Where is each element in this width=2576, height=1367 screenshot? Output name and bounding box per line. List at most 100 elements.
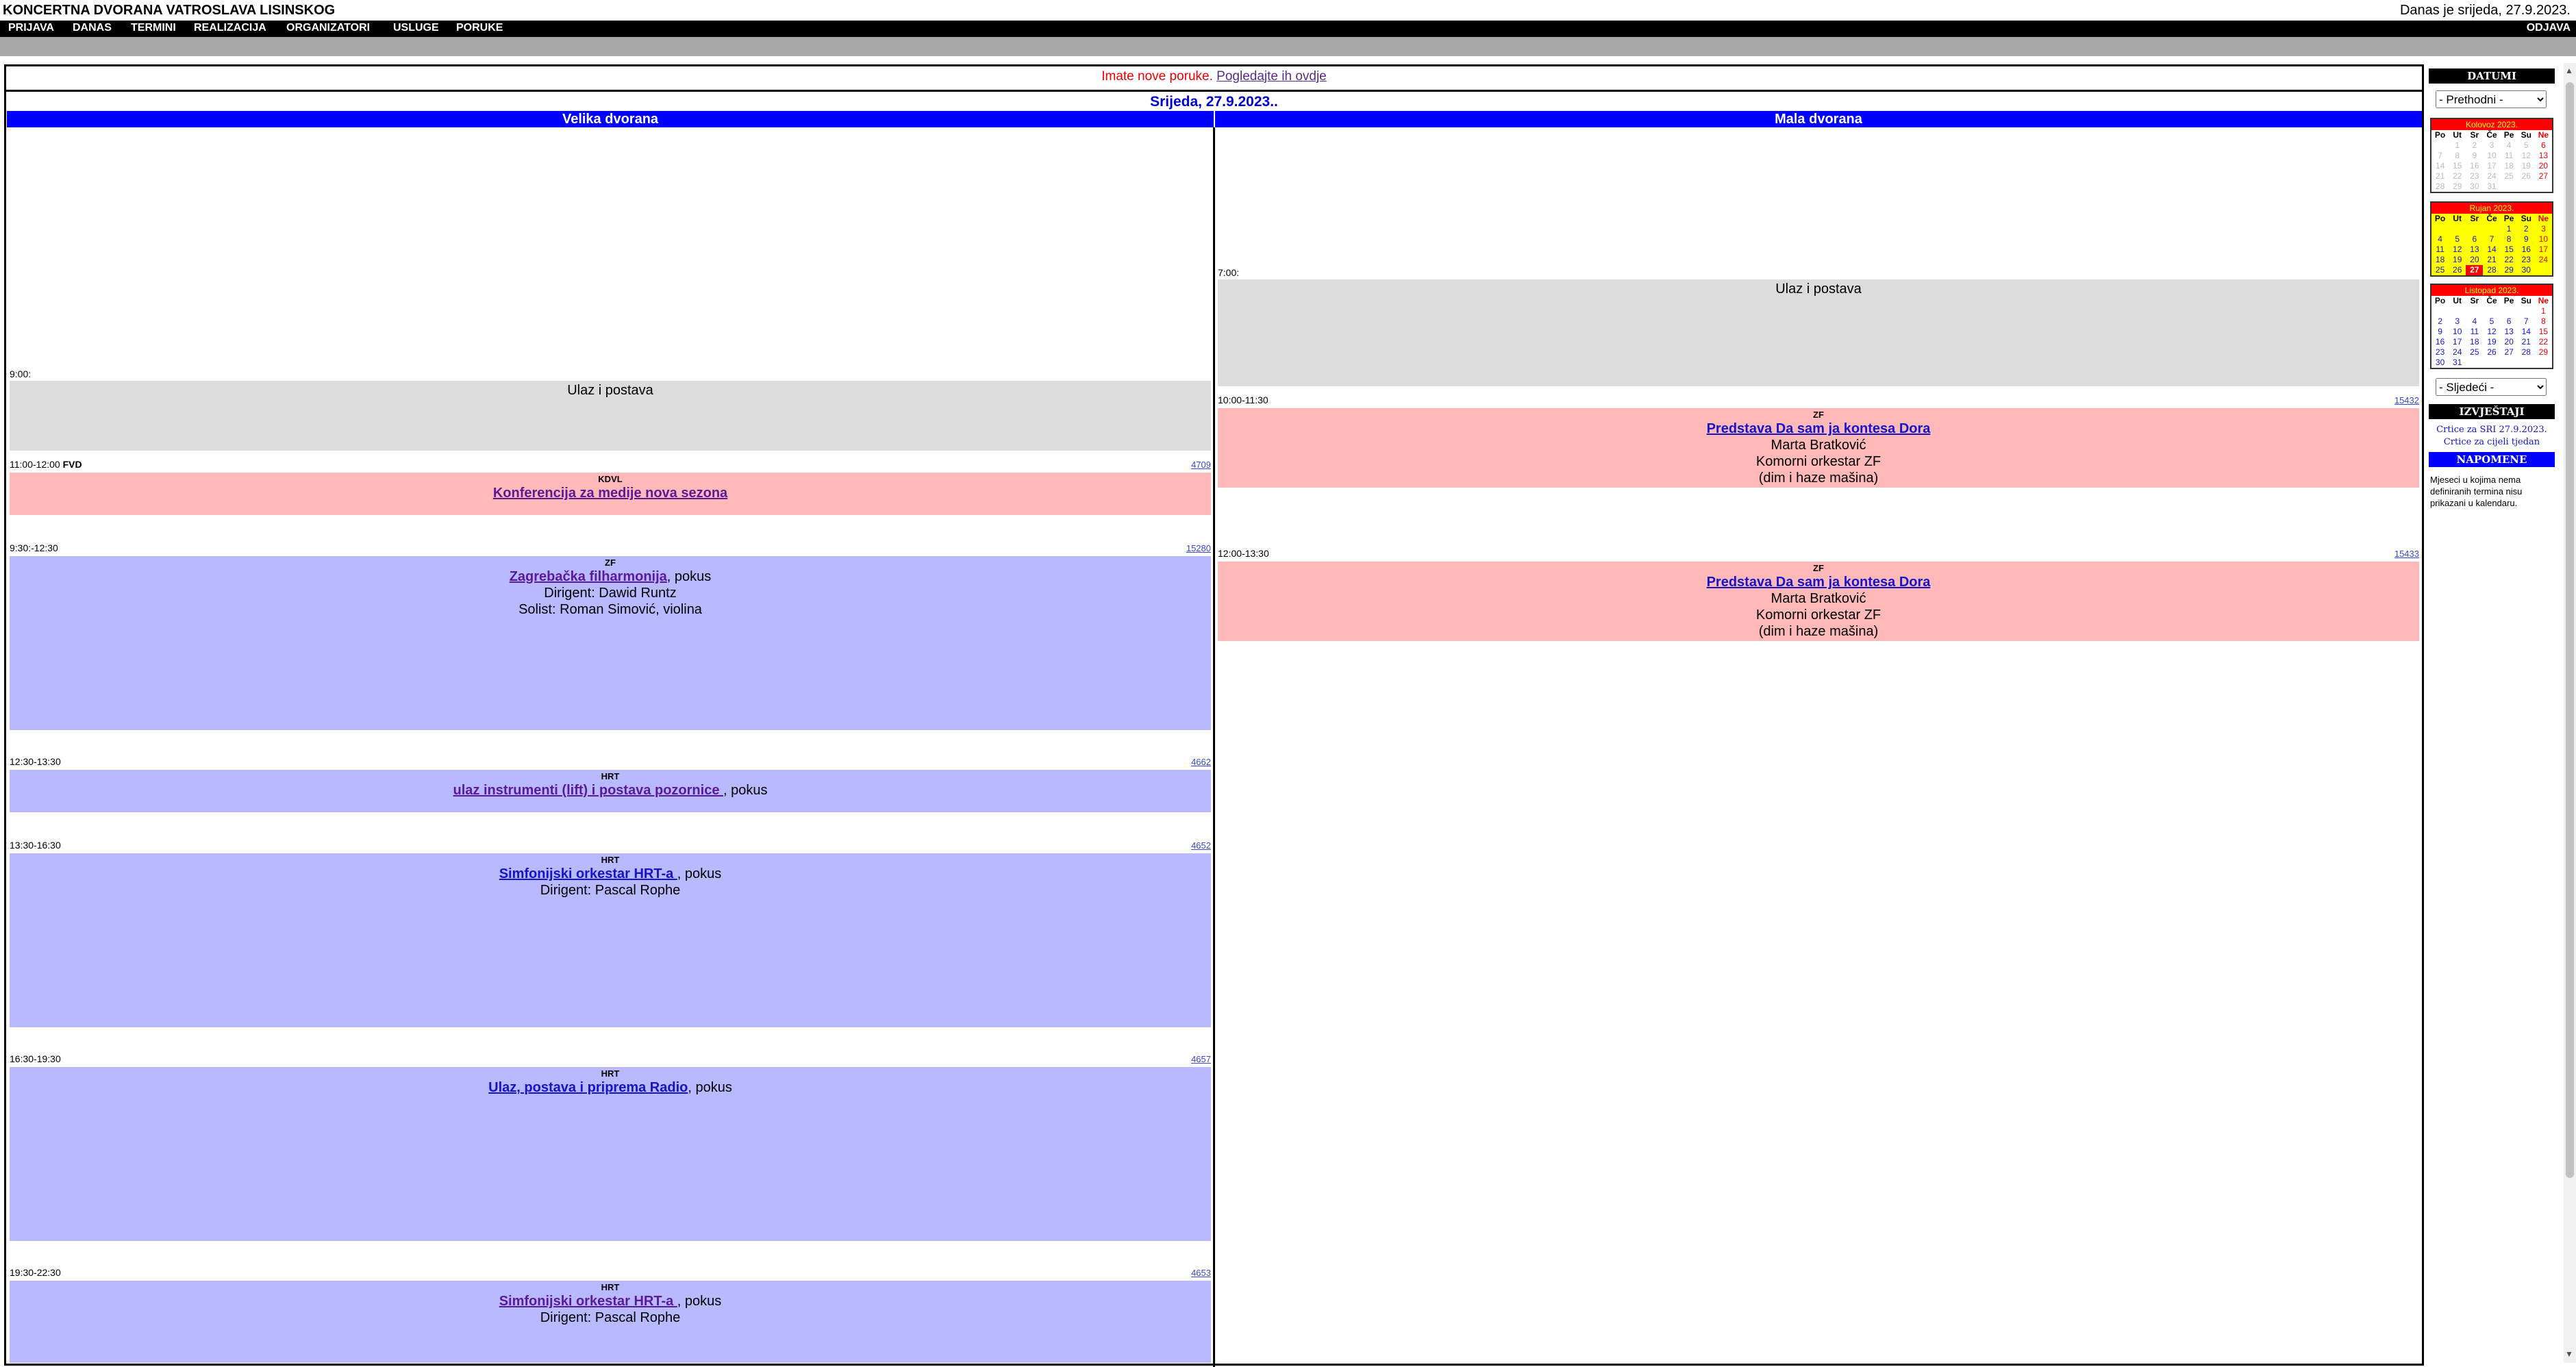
event-id-link[interactable]: 15280 (1171, 543, 1211, 553)
calendar-day[interactable]: 10 (2483, 151, 2500, 161)
nav-danas[interactable]: DANAS (73, 22, 112, 34)
calendar-day[interactable]: 31 (2449, 358, 2466, 368)
event-title-link[interactable]: Konferencija za medije nova sezona (493, 486, 727, 501)
calendar-day[interactable]: 14 (2431, 161, 2449, 171)
calendar-day[interactable]: 11 (2431, 244, 2449, 255)
calendar-day[interactable]: 13 (2501, 327, 2518, 337)
calendar-day[interactable]: 21 (2431, 171, 2449, 181)
calendar-day[interactable]: 2 (2518, 224, 2535, 234)
calendar-day[interactable]: 30 (2518, 265, 2535, 275)
calendar-day[interactable]: 10 (2535, 234, 2552, 244)
report-link-week[interactable]: Crtice za cijeli tjedan (2429, 437, 2555, 447)
calendar-day[interactable]: 20 (2466, 255, 2483, 265)
event-id-link[interactable]: 4653 (1171, 1268, 1211, 1278)
calendar-day[interactable]: 1 (2535, 306, 2552, 316)
calendar-day[interactable]: 19 (2483, 337, 2500, 347)
messages-link[interactable]: Pogledajte ih ovdje (1216, 69, 1327, 84)
calendar-day[interactable]: 25 (2431, 265, 2449, 275)
nav-prijava[interactable]: PRIJAVA (8, 22, 54, 34)
calendar-day[interactable]: 15 (2535, 327, 2552, 337)
calendar-day[interactable]: 31 (2483, 181, 2500, 192)
calendar-day[interactable]: 29 (2535, 347, 2552, 358)
calendar-day[interactable]: 15 (2501, 244, 2518, 255)
nav-poruke[interactable]: PORUKE (456, 22, 503, 34)
calendar-day[interactable]: 14 (2518, 327, 2535, 337)
nav-termini[interactable]: TERMINI (131, 22, 176, 34)
calendar-day[interactable]: 7 (2518, 316, 2535, 327)
calendar-day[interactable]: 29 (2501, 265, 2518, 275)
calendar-day[interactable]: 5 (2483, 316, 2500, 327)
event-title-link[interactable]: Predstava Da sam ja kontesa Dora (1707, 421, 1931, 436)
calendar-day[interactable]: 14 (2483, 244, 2500, 255)
calendar-day[interactable]: 9 (2518, 234, 2535, 244)
calendar-day[interactable]: 19 (2449, 255, 2466, 265)
calendar-day[interactable]: 18 (2431, 255, 2449, 265)
calendar-day[interactable]: 28 (2518, 347, 2535, 358)
calendar-day[interactable]: 27 (2466, 265, 2484, 275)
calendar-day[interactable]: 3 (2535, 224, 2552, 234)
calendar-day[interactable]: 4 (2501, 140, 2518, 151)
calendar-day[interactable]: 16 (2431, 337, 2449, 347)
calendar-day[interactable]: 6 (2501, 316, 2518, 327)
event-id-link[interactable]: 4657 (1171, 1054, 1211, 1064)
calendar-day[interactable]: 7 (2483, 234, 2500, 244)
calendar-day[interactable]: 3 (2449, 316, 2466, 327)
calendar-day[interactable]: 23 (2466, 171, 2483, 181)
calendar-day[interactable]: 30 (2466, 181, 2483, 192)
calendar-day[interactable]: 20 (2501, 337, 2518, 347)
calendar-day[interactable]: 26 (2449, 265, 2466, 275)
next-month-select[interactable]: - Sljedeći - (2436, 378, 2547, 396)
calendar-day[interactable]: 3 (2483, 140, 2500, 151)
calendar-day[interactable]: 18 (2501, 161, 2518, 171)
calendar-day[interactable]: 28 (2483, 265, 2500, 275)
scroll-up-arrow-icon[interactable]: ▲ (2565, 66, 2573, 75)
event-title-link[interactable]: Simfonijski orkestar HRT-a (499, 1294, 677, 1309)
calendar-day[interactable]: 4 (2466, 316, 2483, 327)
calendar-day[interactable]: 28 (2431, 181, 2449, 192)
calendar-day[interactable]: 8 (2535, 316, 2552, 327)
calendar-day[interactable]: 21 (2483, 255, 2500, 265)
calendar-day[interactable]: 19 (2518, 161, 2535, 171)
calendar-day[interactable]: 23 (2431, 347, 2449, 358)
calendar-day[interactable]: 12 (2483, 327, 2500, 337)
nav-realizacija[interactable]: REALIZACIJA (194, 22, 266, 34)
calendar-day[interactable]: 8 (2501, 234, 2518, 244)
event-id-link[interactable]: 4662 (1171, 757, 1211, 767)
calendar-day[interactable]: 9 (2466, 151, 2483, 161)
calendar-day[interactable]: 1 (2501, 224, 2518, 234)
event-title-link[interactable]: Zagrebačka filharmonija (510, 569, 667, 584)
event-title-link[interactable]: Ulaz, postava i priprema Radio (488, 1080, 688, 1095)
calendar-day[interactable]: 6 (2466, 234, 2483, 244)
calendar-day[interactable]: 12 (2518, 151, 2535, 161)
calendar-day[interactable]: 24 (2535, 255, 2552, 265)
calendar-day[interactable]: 17 (2483, 161, 2500, 171)
event-id-link[interactable]: 4709 (1171, 460, 1211, 470)
calendar-day[interactable]: 25 (2501, 171, 2518, 181)
calendar-day[interactable]: 27 (2501, 347, 2518, 358)
calendar-day[interactable]: 1 (2449, 140, 2466, 151)
calendar-day[interactable]: 15 (2449, 161, 2466, 171)
calendar-day[interactable]: 22 (2535, 337, 2552, 347)
calendar-day[interactable]: 24 (2449, 347, 2466, 358)
calendar-day[interactable]: 6 (2535, 140, 2552, 151)
event-title-link[interactable]: Predstava Da sam ja kontesa Dora (1707, 575, 1931, 590)
nav-usluge[interactable]: USLUGE (393, 22, 439, 34)
event-title-link[interactable]: Simfonijski orkestar HRT-a (499, 866, 677, 881)
calendar-day[interactable]: 16 (2466, 161, 2483, 171)
calendar-day[interactable]: 7 (2431, 151, 2449, 161)
calendar-day[interactable]: 18 (2466, 337, 2483, 347)
calendar-day[interactable]: 11 (2466, 327, 2483, 337)
calendar-day[interactable]: 2 (2431, 316, 2449, 327)
calendar-day[interactable]: 30 (2431, 358, 2449, 368)
nav-organizatori[interactable]: ORGANIZATORI (286, 22, 370, 34)
calendar-day[interactable]: 21 (2518, 337, 2535, 347)
calendar-day[interactable]: 26 (2483, 347, 2500, 358)
scrollbar-thumb[interactable] (2566, 82, 2574, 1178)
event-id-link[interactable]: 15433 (2379, 549, 2419, 559)
calendar-day[interactable]: 24 (2483, 171, 2500, 181)
calendar-day[interactable]: 12 (2449, 244, 2466, 255)
calendar-day[interactable]: 10 (2449, 327, 2466, 337)
prev-month-select[interactable]: - Prethodni - (2436, 90, 2547, 108)
calendar-day[interactable]: 11 (2501, 151, 2518, 161)
report-link-day[interactable]: Crtice za SRI 27.9.2023. (2429, 425, 2555, 435)
